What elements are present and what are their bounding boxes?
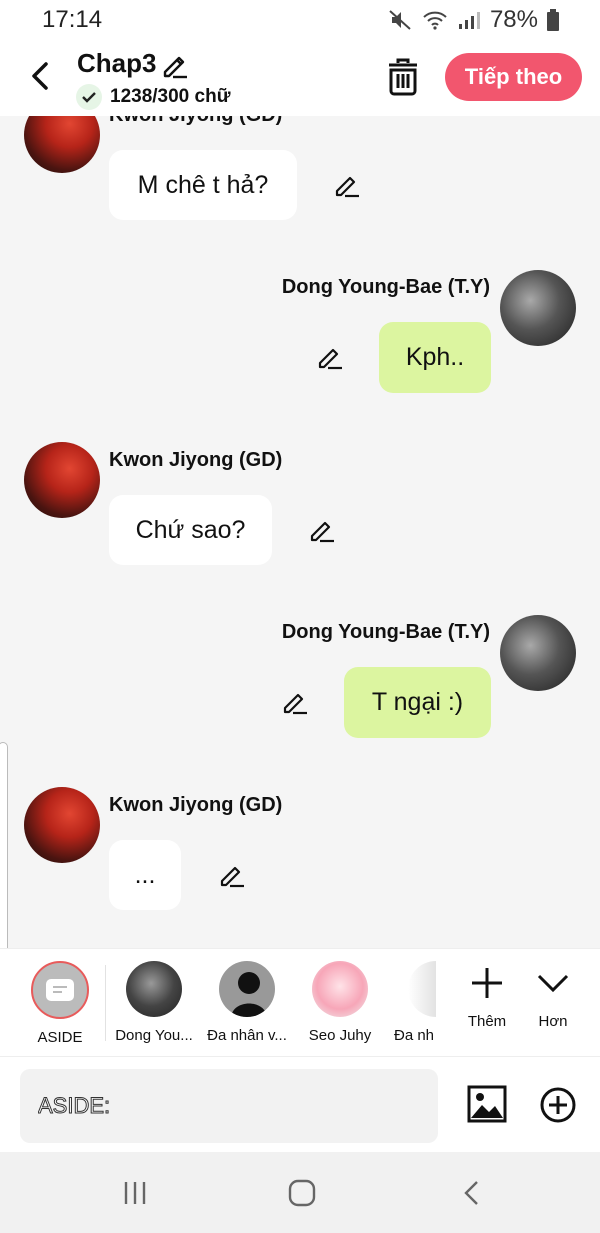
- avatar: [219, 961, 275, 1017]
- message-bubble[interactable]: Chứ sao?: [109, 495, 272, 565]
- sender-name: Kwon Jiyong (GD): [109, 449, 283, 471]
- avatar[interactable]: [24, 787, 100, 863]
- check-icon: [76, 84, 102, 110]
- status-bar: 17:14 78%: [0, 0, 600, 40]
- silhouette-icon: [231, 972, 267, 1017]
- edit-message-icon[interactable]: [308, 516, 336, 544]
- word-count: 1238/300 chữ: [76, 84, 230, 110]
- character-seo[interactable]: Seo Juhy: [297, 961, 383, 1044]
- recent-apps-icon[interactable]: [120, 1178, 150, 1208]
- signal-icon: [458, 12, 480, 29]
- avatar: [312, 961, 368, 1017]
- sender-name: Kwon Jiyong (GD): [109, 794, 283, 816]
- avatar[interactable]: [24, 442, 100, 518]
- back-arrow-icon: [32, 62, 48, 90]
- home-icon[interactable]: [287, 1178, 317, 1208]
- avatar: [408, 961, 436, 1017]
- edit-message-icon[interactable]: [316, 343, 344, 371]
- character-dong[interactable]: Dong You...: [111, 961, 197, 1044]
- message-bubble[interactable]: ...: [109, 840, 181, 910]
- more-label: Hơn: [538, 1013, 568, 1030]
- avatar[interactable]: [500, 615, 576, 691]
- edit-message-icon[interactable]: [218, 861, 246, 889]
- back-button[interactable]: [22, 56, 58, 96]
- scroll-handle[interactable]: [0, 742, 8, 972]
- system-nav-bar: [0, 1152, 600, 1233]
- character-danhan[interactable]: Đa nhân v...: [204, 961, 290, 1044]
- header: Chap3 1238/300 chữ Tiếp theo: [0, 40, 600, 116]
- message-input[interactable]: [20, 1069, 438, 1143]
- character-bar: ASIDE Dong You... Đa nhân v... Seo Juhy …: [0, 948, 600, 1056]
- character-label: ASIDE: [37, 1029, 83, 1046]
- back-nav-icon[interactable]: [457, 1178, 487, 1208]
- character-label: Đa nhân v...: [207, 1027, 287, 1044]
- add-label: Thêm: [467, 1013, 507, 1030]
- sender-name: Kwon Jiyong (GD): [109, 116, 282, 127]
- status-icons: 78%: [388, 6, 560, 34]
- message-bubble[interactable]: T ngại :): [344, 667, 491, 738]
- add-circle-icon[interactable]: [540, 1087, 576, 1123]
- battery-icon: [547, 9, 559, 31]
- next-button[interactable]: Tiếp theo: [445, 53, 582, 101]
- avatar[interactable]: [24, 116, 100, 173]
- add-character-button[interactable]: Thêm: [455, 963, 519, 1030]
- avatar: [126, 961, 182, 1017]
- divider: [105, 965, 106, 1041]
- character-label: Đa nh: [394, 1027, 435, 1044]
- character-label: Dong You...: [115, 1027, 193, 1044]
- wifi-icon: [423, 11, 447, 30]
- plus-icon: [455, 963, 519, 1003]
- chevron-down-icon: [521, 963, 585, 1003]
- character-aside[interactable]: ASIDE: [17, 961, 103, 1046]
- trash-icon[interactable]: [386, 58, 420, 96]
- image-icon[interactable]: [467, 1085, 507, 1123]
- character-label: Seo Juhy: [308, 1027, 372, 1044]
- edit-title-icon[interactable]: [159, 50, 191, 80]
- character-dan2[interactable]: Đa nh: [388, 961, 436, 1044]
- input-area: [0, 1056, 600, 1152]
- more-button[interactable]: Hơn: [521, 963, 585, 1030]
- edit-message-icon[interactable]: [281, 688, 309, 716]
- battery-percent: 78%: [489, 6, 538, 33]
- aside-icon: [31, 961, 89, 1019]
- chat-area: Kwon Jiyong (GD) M chê t hả? Dong Young-…: [0, 116, 600, 948]
- message-bubble[interactable]: Kph..: [379, 322, 491, 393]
- avatar[interactable]: [500, 270, 576, 346]
- message-bubble[interactable]: M chê t hả?: [109, 150, 297, 220]
- page-title: Chap3: [77, 48, 157, 78]
- sender-name: Dong Young-Bae (T.Y): [281, 621, 490, 643]
- status-time: 17:14: [42, 6, 103, 33]
- word-count-label: 1238/300 chữ: [110, 86, 231, 107]
- sender-name: Dong Young-Bae (T.Y): [281, 276, 490, 298]
- mute-icon: [389, 10, 411, 30]
- edit-message-icon[interactable]: [333, 171, 361, 199]
